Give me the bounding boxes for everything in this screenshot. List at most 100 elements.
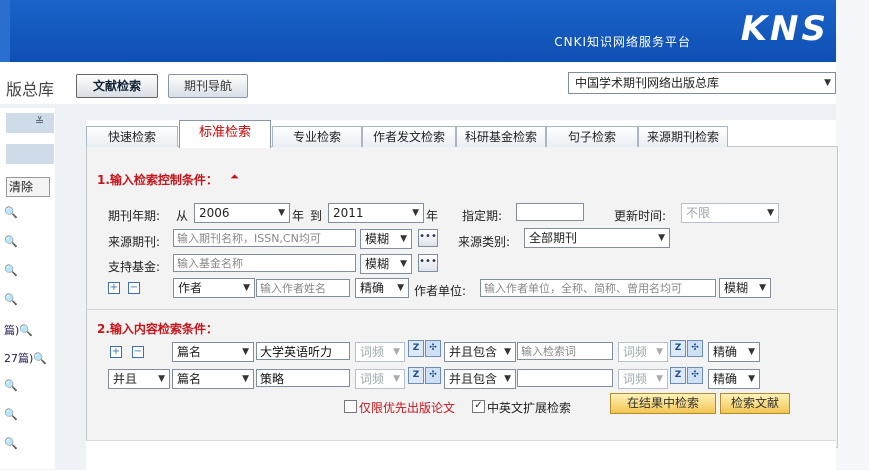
sidebar-item[interactable]: 🔍	[4, 379, 18, 392]
magnifier-icon[interactable]: 🔍	[4, 379, 18, 392]
source-type-label: 来源类别:	[458, 235, 511, 249]
match-select-2[interactable]: 精确 ▼	[708, 369, 760, 389]
term-input-1[interactable]: 大学英语听力	[256, 342, 350, 360]
source-browse-button[interactable]: •••	[418, 229, 438, 247]
search-button[interactable]: 检索文献	[720, 393, 790, 414]
search-in-results-button[interactable]: 在结果中检索	[610, 393, 716, 414]
chevron-down-icon: ▼	[412, 208, 419, 218]
literature-search-button[interactable]: 文献检索	[76, 74, 158, 98]
author-match-select[interactable]: 精确 ▼	[355, 278, 409, 298]
freq2-select-1[interactable]: 词频 ▼	[618, 342, 668, 362]
freq-select-1[interactable]: 词频 ▼	[355, 342, 405, 362]
year-label: 期刊年期:	[108, 209, 161, 223]
match-select-1[interactable]: 精确 ▼	[708, 342, 760, 362]
from-label: 从	[176, 209, 189, 223]
sidebar-item[interactable]: 🔍	[4, 437, 18, 450]
author-field-select[interactable]: 作者 ▼	[173, 278, 255, 298]
add-row-icon[interactable]: +	[108, 282, 120, 294]
magnifier-icon[interactable]: 🔍	[4, 437, 18, 450]
update-select[interactable]: 不限 ▼	[681, 203, 779, 223]
tab-sentence-search[interactable]: 句子检索	[546, 126, 638, 147]
operator-select-2[interactable]: 并且 ▼	[108, 369, 170, 389]
magnifier-icon[interactable]: 🔍	[4, 408, 18, 421]
logic-select-1[interactable]: 并且包含 ▼	[444, 342, 516, 362]
chevron-down-icon: ▼	[759, 283, 766, 293]
priority-checkbox[interactable]	[344, 400, 357, 413]
tab-standard-search[interactable]: 标准检索	[179, 120, 271, 148]
expand-icon[interactable]: ✣	[425, 367, 441, 384]
logic-select-2[interactable]: 并且包含 ▼	[444, 369, 516, 389]
magnifier-icon[interactable]: 🔍	[33, 352, 47, 365]
related-words-icon[interactable]: Z	[408, 340, 424, 357]
source-match-select[interactable]: 模糊 ▼	[360, 229, 412, 249]
tab-quick-search[interactable]: 快速检索	[86, 126, 178, 147]
tab-author-search[interactable]: 作者发文检索	[362, 126, 456, 147]
tab-fund-search[interactable]: 科研基金检索	[456, 126, 546, 147]
chevron-down-icon: ▼	[397, 283, 404, 293]
results-area	[86, 440, 836, 470]
tab-source-journal-search[interactable]: 来源期刊检索	[638, 126, 728, 147]
magnifier-icon[interactable]: 🔍	[4, 293, 18, 306]
related-words-icon[interactable]: Z	[670, 367, 686, 384]
org-input[interactable]: 输入作者单位，全称、简称、曾用名均可	[480, 279, 716, 297]
field-select-1[interactable]: 篇名 ▼	[172, 342, 254, 362]
freq-select-2[interactable]: 词频 ▼	[355, 369, 405, 389]
database-select[interactable]: 中国学术期刊网络出版总库 ▼	[568, 72, 836, 94]
year-to-select[interactable]: 2011 ▼	[328, 203, 424, 223]
right-edge	[836, 0, 869, 469]
chevron-down-icon: ▼	[504, 374, 511, 384]
cn-en-label: 中英文扩展检索	[487, 401, 572, 415]
sidebar-item[interactable]: 🔍	[4, 293, 18, 306]
chevron-down-icon: ▼	[158, 374, 165, 384]
collapse-icon[interactable]: ≚	[35, 115, 44, 128]
chevron-down-icon: ▼	[656, 347, 663, 357]
freq2-select-2[interactable]: 词频 ▼	[618, 369, 668, 389]
term2-input-2[interactable]	[517, 369, 613, 387]
cn-en-checkbox[interactable]: ✓	[472, 400, 485, 413]
fund-match-select[interactable]: 模糊 ▼	[360, 254, 412, 274]
chevron-down-icon: ▼	[278, 208, 285, 218]
fund-input[interactable]: 输入基金名称	[173, 254, 356, 272]
add-condition-icon[interactable]: +	[110, 346, 122, 358]
tab-professional-search[interactable]: 专业检索	[272, 126, 362, 147]
term-input-2[interactable]: 策略	[256, 369, 350, 387]
expand-icon[interactable]: ✣	[687, 367, 703, 384]
magnifier-icon[interactable]: 🔍	[19, 324, 33, 337]
source-type-select[interactable]: 全部期刊 ▼	[524, 228, 670, 248]
chevron-down-icon: ▼	[400, 259, 407, 269]
magnifier-icon[interactable]: 🔍	[4, 206, 18, 219]
sidebar-item[interactable]: 篇)🔍	[4, 322, 33, 338]
chevron-down-icon: ▼	[658, 233, 665, 243]
update-label: 更新时间:	[614, 209, 667, 223]
specified-input[interactable]	[516, 203, 584, 221]
sidebar-item[interactable]: 27篇)🔍	[4, 350, 47, 366]
org-match-select[interactable]: 模糊 ▼	[719, 278, 771, 298]
magnifier-icon[interactable]: 🔍	[4, 235, 18, 248]
expand-icon[interactable]: ✣	[425, 340, 441, 357]
database-select-value: 中国学术期刊网络出版总库	[575, 76, 720, 90]
fund-browse-button[interactable]: •••	[418, 254, 438, 272]
related-words-icon[interactable]: Z	[670, 340, 686, 357]
database-title: 版总库	[6, 80, 55, 99]
remove-row-icon[interactable]: −	[128, 282, 140, 294]
chevron-down-icon: ▼	[393, 374, 400, 384]
specified-label: 指定期:	[462, 209, 503, 223]
related-words-icon[interactable]: Z	[408, 367, 424, 384]
chevron-down-icon: ▼	[656, 374, 663, 384]
sidebar-item[interactable]: 🔍	[4, 206, 18, 219]
source-input[interactable]: 输入期刊名称，ISSN,CN均可	[173, 229, 356, 247]
clear-button[interactable]: 清除	[6, 177, 50, 197]
collapse-up-icon[interactable]: ⏶	[230, 170, 239, 184]
sidebar-item[interactable]: 🔍	[4, 264, 18, 277]
author-input[interactable]: 输入作者姓名	[256, 279, 350, 297]
chevron-down-icon: ▼	[242, 347, 249, 357]
term2-input-1[interactable]: 输入检索词	[517, 342, 613, 360]
journal-nav-button[interactable]: 期刊导航	[168, 74, 248, 98]
magnifier-icon[interactable]: 🔍	[4, 264, 18, 277]
year-from-select[interactable]: 2006 ▼	[194, 203, 290, 223]
expand-icon[interactable]: ✣	[687, 340, 703, 357]
remove-condition-icon[interactable]: −	[132, 346, 144, 358]
sidebar-item[interactable]: 🔍	[4, 408, 18, 421]
field-select-2[interactable]: 篇名 ▼	[172, 369, 254, 389]
sidebar-item[interactable]: 🔍	[4, 235, 18, 248]
